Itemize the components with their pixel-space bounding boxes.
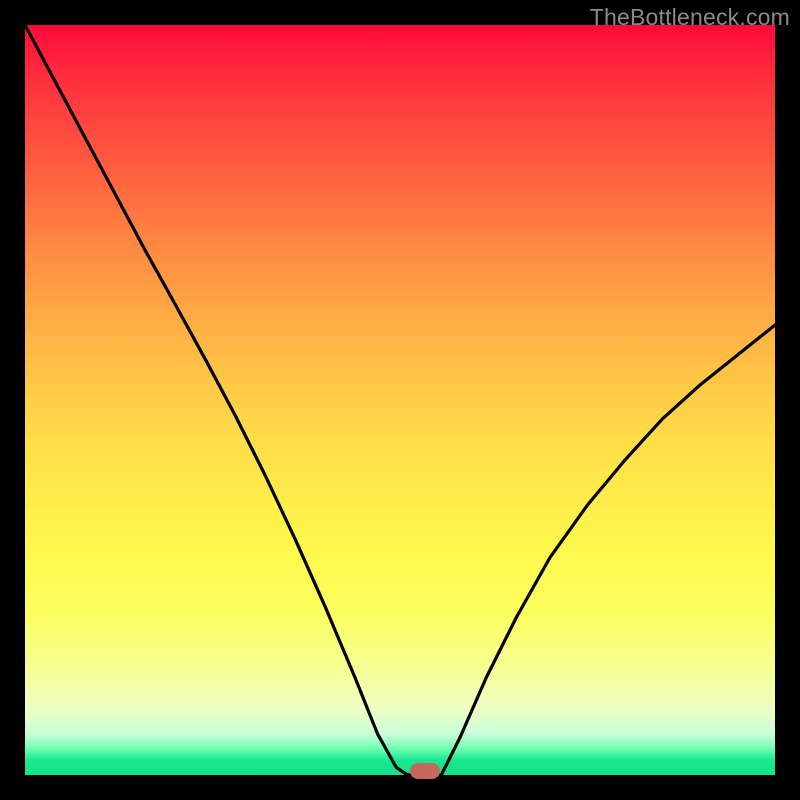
optimal-marker <box>410 763 440 779</box>
plot-area <box>25 25 775 775</box>
bottleneck-curve <box>25 25 775 775</box>
chart-frame: TheBottleneck.com <box>0 0 800 800</box>
curve-path <box>25 25 775 775</box>
watermark-label: TheBottleneck.com <box>590 4 790 31</box>
